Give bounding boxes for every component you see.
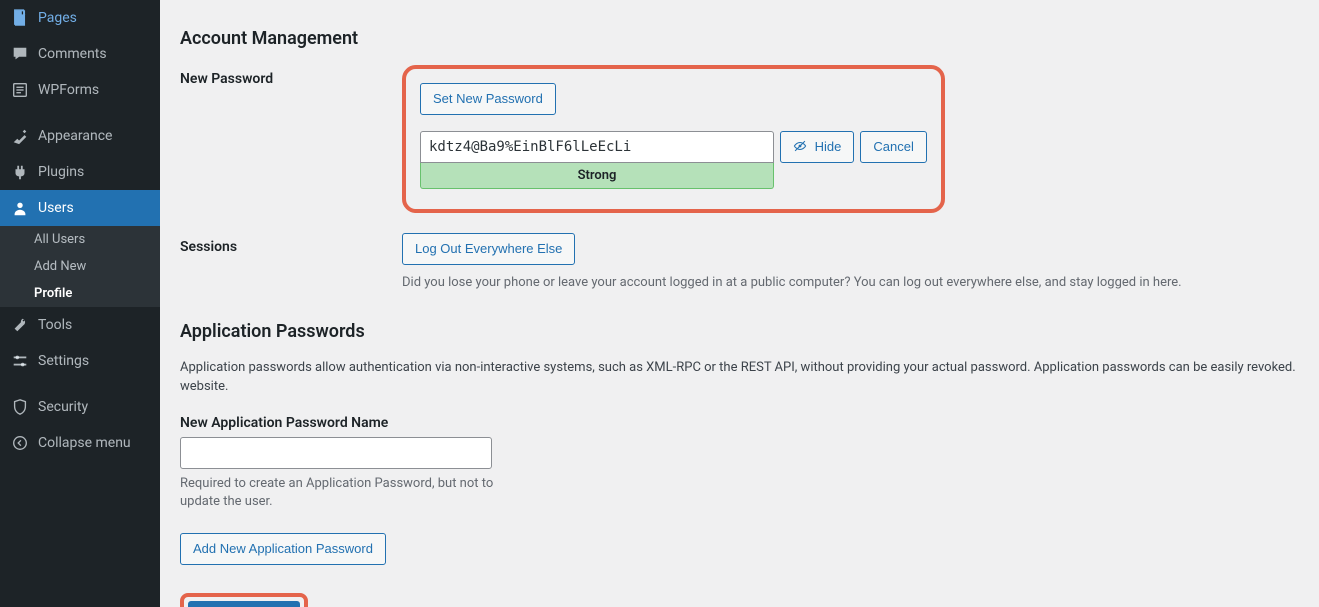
comments-icon <box>10 44 30 64</box>
collapse-icon <box>10 433 30 453</box>
app-password-help-text: Required to create an Application Passwo… <box>180 475 500 511</box>
plugins-icon <box>10 162 30 182</box>
pages-icon <box>10 8 30 28</box>
sidebar-item-pages[interactable]: Pages <box>0 0 160 36</box>
wpforms-icon <box>10 80 30 100</box>
new-app-password-name-label: New Application Password Name <box>180 415 1299 431</box>
submenu-add-new[interactable]: Add New <box>0 253 160 280</box>
admin-sidebar: Pages Comments WPForms Appearance Plugin… <box>0 0 160 607</box>
sidebar-item-tools[interactable]: Tools <box>0 307 160 343</box>
sidebar-item-label: Pages <box>38 10 77 26</box>
sidebar-item-label: Plugins <box>38 164 84 180</box>
sidebar-item-label: Tools <box>38 317 72 333</box>
update-profile-row: Update Profile <box>180 593 1299 607</box>
sidebar-item-users[interactable]: Users <box>0 190 160 226</box>
menu-separator <box>0 108 160 118</box>
sidebar-item-security[interactable]: Security <box>0 389 160 425</box>
sidebar-item-wpforms[interactable]: WPForms <box>0 72 160 108</box>
sidebar-item-label: Comments <box>38 46 107 62</box>
app-password-block: New Application Password Name Required t… <box>180 415 1299 565</box>
password-strength-indicator: Strong <box>420 163 774 189</box>
main-content: Account Management New Password Set New … <box>160 0 1319 607</box>
users-icon <box>10 198 30 218</box>
sidebar-item-appearance[interactable]: Appearance <box>0 118 160 154</box>
set-new-password-button[interactable]: Set New Password <box>420 83 556 115</box>
submenu-all-users[interactable]: All Users <box>0 226 160 253</box>
cancel-password-button[interactable]: Cancel <box>860 131 926 163</box>
new-password-row: New Password Set New Password Strong Hid… <box>180 65 1299 213</box>
sidebar-item-collapse[interactable]: Collapse menu <box>0 425 160 461</box>
password-highlight-box: Set New Password Strong Hide Cancel <box>402 65 945 213</box>
menu-separator <box>0 379 160 389</box>
sidebar-item-comments[interactable]: Comments <box>0 36 160 72</box>
password-input[interactable] <box>420 131 774 163</box>
update-profile-button[interactable]: Update Profile <box>188 601 300 607</box>
sessions-label: Sessions <box>180 233 402 255</box>
users-submenu: All Users Add New Profile <box>0 226 160 307</box>
sessions-row: Sessions Log Out Everywhere Else Did you… <box>180 233 1299 293</box>
submenu-profile[interactable]: Profile <box>0 280 160 307</box>
sidebar-item-label: Users <box>38 200 74 216</box>
app-passwords-description: Application passwords allow authenticati… <box>180 358 1299 397</box>
shield-icon <box>10 397 30 417</box>
application-passwords-heading: Application Passwords <box>180 321 1299 342</box>
new-app-password-name-input[interactable] <box>180 437 492 469</box>
account-management-heading: Account Management <box>180 28 1299 49</box>
sidebar-item-label: Appearance <box>38 128 112 144</box>
add-new-app-password-button[interactable]: Add New Application Password <box>180 533 386 565</box>
hide-button-label: Hide <box>815 139 842 154</box>
tools-icon <box>10 315 30 335</box>
sidebar-item-label: WPForms <box>38 82 99 98</box>
sidebar-item-settings[interactable]: Settings <box>0 343 160 379</box>
sessions-help-text: Did you lose your phone or leave your ac… <box>402 273 1299 293</box>
log-out-everywhere-button[interactable]: Log Out Everywhere Else <box>402 233 575 265</box>
appearance-icon <box>10 126 30 146</box>
eye-slash-icon <box>793 139 811 154</box>
sidebar-item-label: Settings <box>38 353 89 369</box>
sidebar-item-label: Security <box>38 399 88 415</box>
hide-password-button[interactable]: Hide <box>780 131 854 163</box>
settings-icon <box>10 351 30 371</box>
new-password-label: New Password <box>180 65 402 87</box>
sidebar-item-plugins[interactable]: Plugins <box>0 154 160 190</box>
update-profile-highlight: Update Profile <box>180 593 308 607</box>
sidebar-item-label: Collapse menu <box>38 435 131 451</box>
